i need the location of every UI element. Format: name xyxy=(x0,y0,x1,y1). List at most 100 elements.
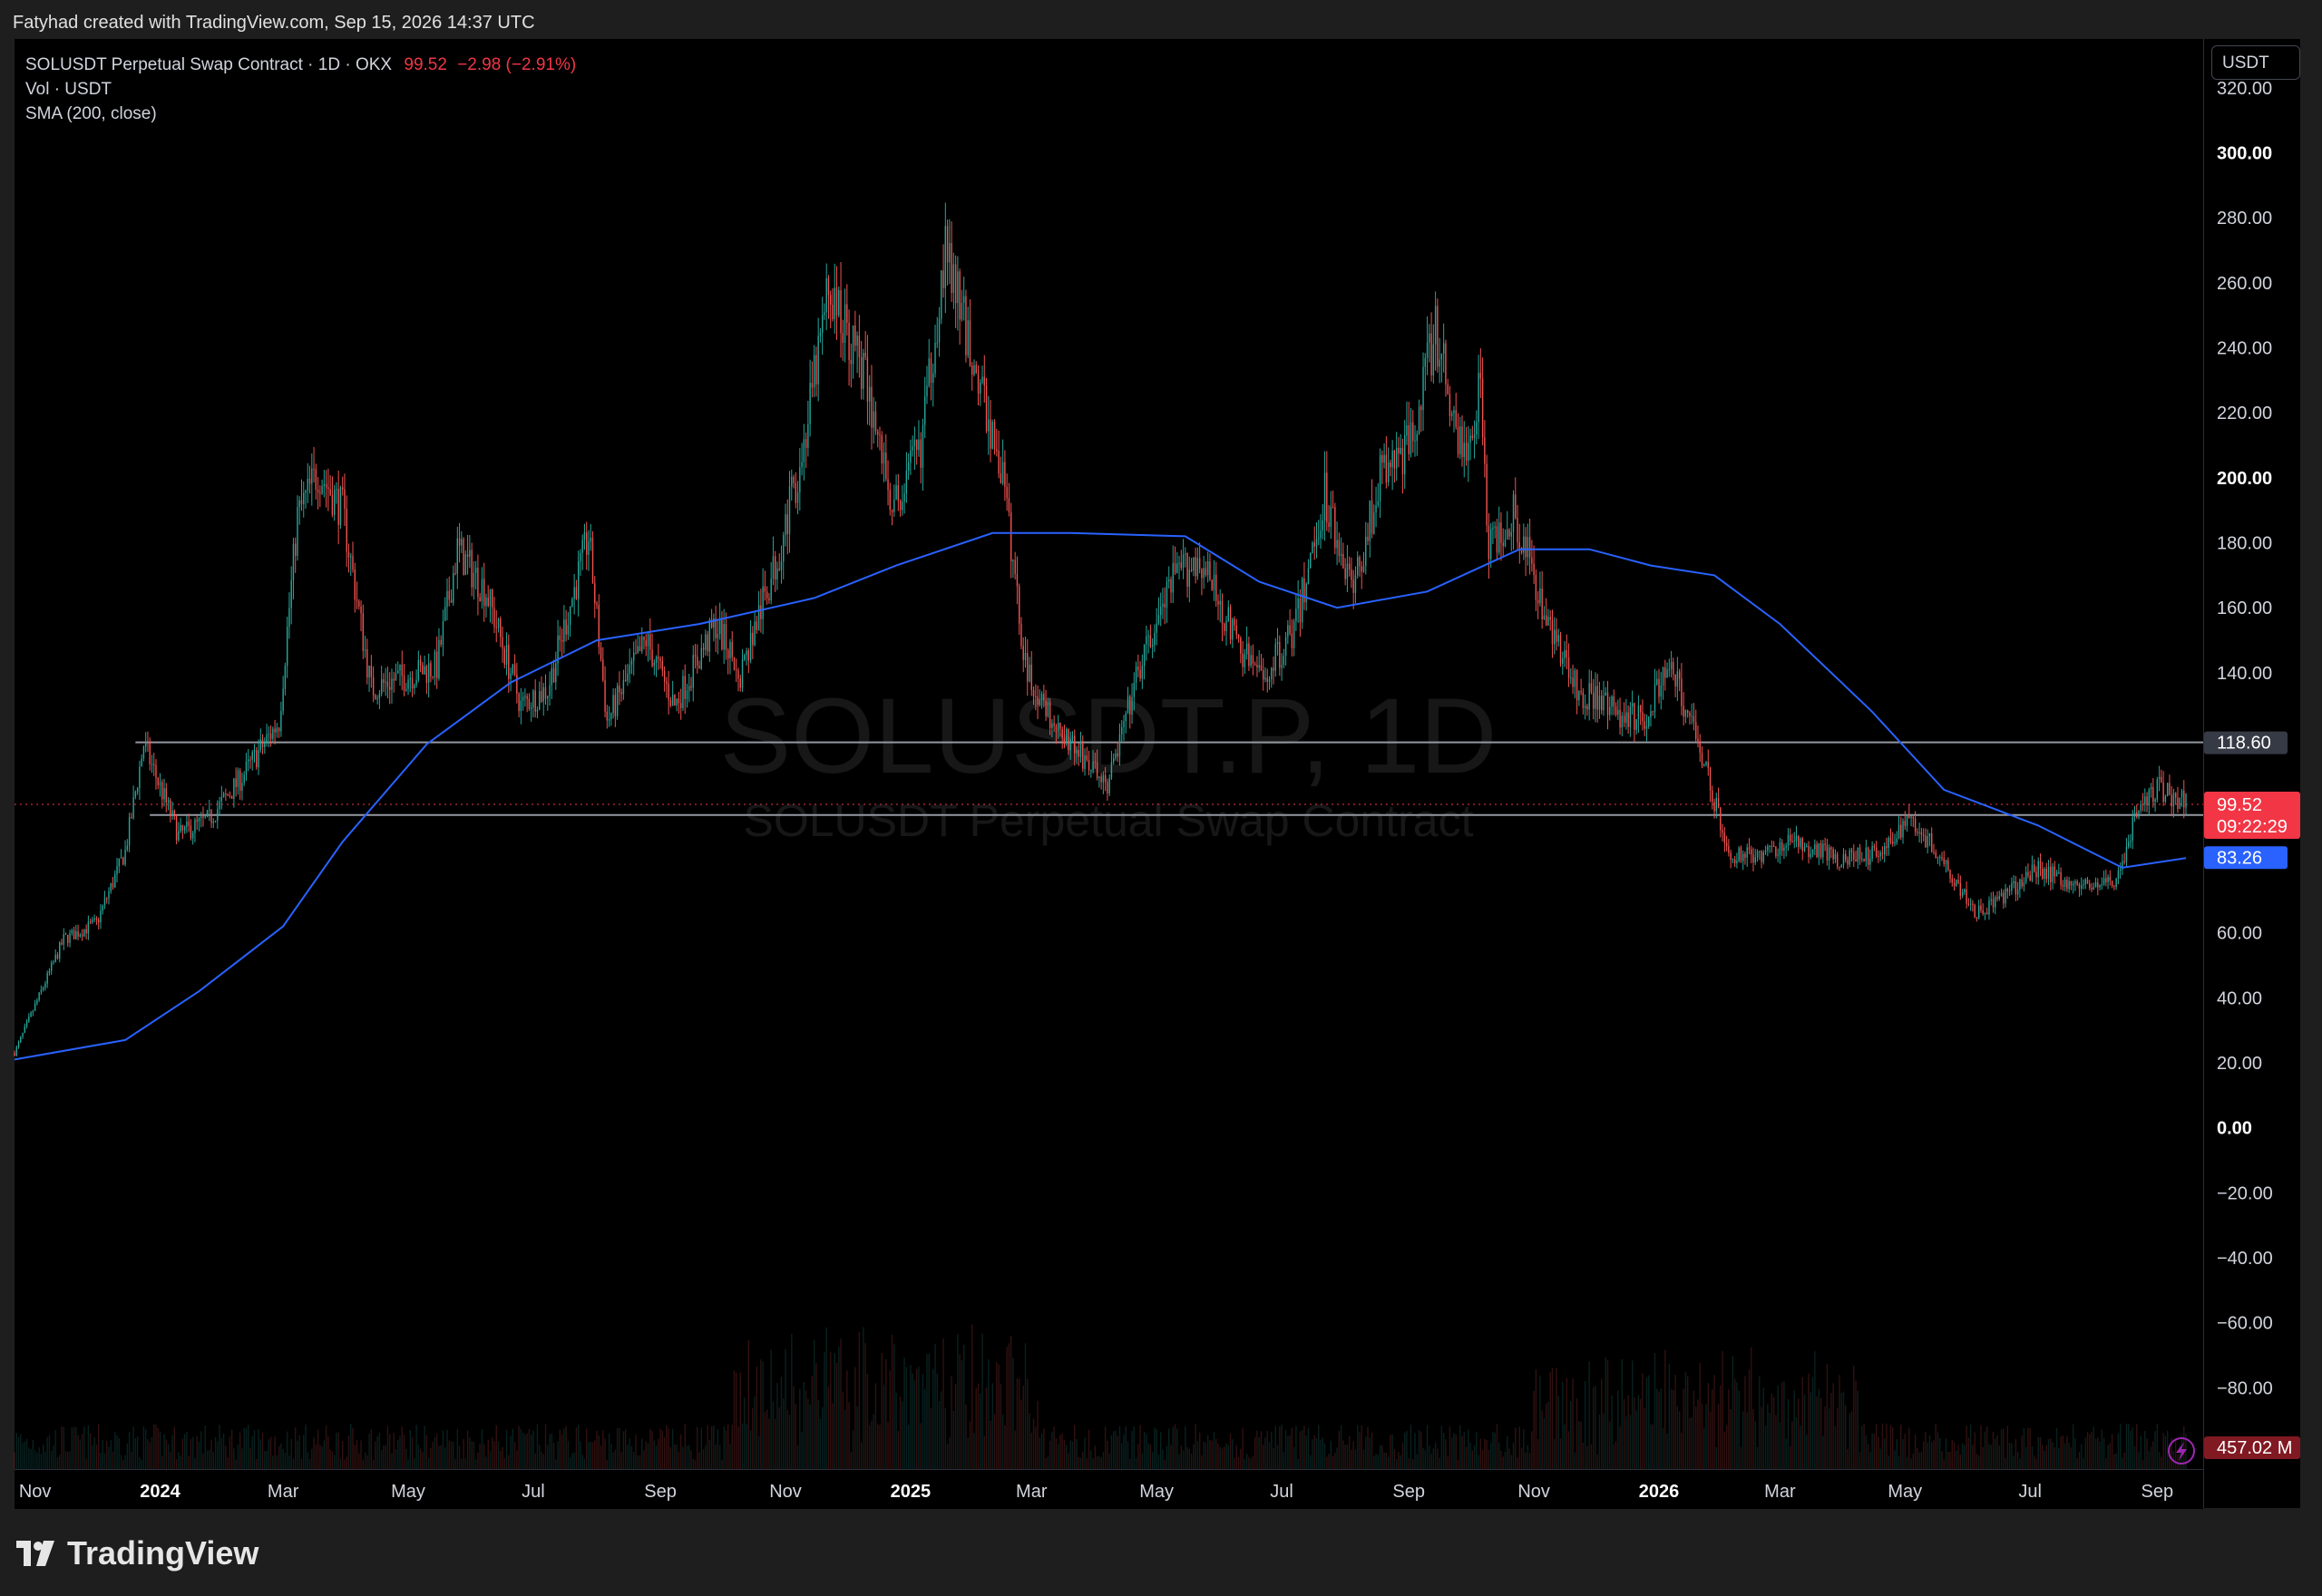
volume-bar xyxy=(1871,1433,1873,1469)
volume-bar xyxy=(965,1404,967,1469)
volume-bar xyxy=(261,1432,264,1469)
legend-symbol-row[interactable]: SOLUSDT Perpetual Swap Contract · 1D · O… xyxy=(25,53,576,77)
candle-body xyxy=(1642,712,1644,722)
volume-bar xyxy=(2105,1457,2107,1469)
candle-body xyxy=(1211,579,1213,590)
volume-bar xyxy=(612,1452,614,1469)
candle-body xyxy=(1606,692,1609,715)
candle-body xyxy=(1176,563,1178,573)
volume-bar xyxy=(1627,1395,1629,1469)
volume-bar xyxy=(542,1454,544,1469)
volume-bar xyxy=(1691,1416,1693,1469)
candle-body xyxy=(1705,762,1707,765)
volume-bar xyxy=(438,1445,440,1469)
volume-bar xyxy=(165,1439,167,1469)
volume-bar xyxy=(1432,1448,1435,1469)
candle-body xyxy=(1254,663,1256,665)
candle-body xyxy=(456,538,458,574)
volume-bar xyxy=(565,1426,567,1469)
candle-body xyxy=(1498,522,1500,553)
volume-bar xyxy=(1795,1417,1798,1469)
volume-bar xyxy=(307,1452,308,1469)
volume-bar xyxy=(1754,1421,1756,1469)
candle-body xyxy=(973,365,975,375)
volume-bar xyxy=(1531,1431,1533,1469)
volume-bar xyxy=(1670,1389,1673,1469)
volume-bar xyxy=(907,1425,910,1469)
price-axis-label: 20.00 xyxy=(2217,1054,2262,1074)
volume-bar xyxy=(1102,1452,1105,1469)
volume-bar xyxy=(497,1441,500,1469)
candle-body xyxy=(442,620,444,645)
volume-bar xyxy=(1237,1456,1240,1469)
candle-body xyxy=(116,866,118,875)
candle-body xyxy=(1445,343,1447,384)
candle-body xyxy=(524,696,526,697)
volume-bar xyxy=(1074,1425,1076,1469)
volume-bar xyxy=(450,1441,453,1469)
candle-body xyxy=(2128,842,2130,847)
volume-bar xyxy=(698,1452,700,1469)
volume-tag: 457.02 M xyxy=(2217,1438,2292,1458)
candle-body xyxy=(938,318,941,343)
volume-bar xyxy=(2107,1445,2109,1469)
time-axis-label: Jul xyxy=(2018,1482,2042,1502)
volume-bar xyxy=(1598,1415,1601,1469)
volume-bar xyxy=(1037,1400,1039,1469)
volume-bar xyxy=(128,1432,131,1469)
volume-bar xyxy=(1709,1411,1712,1469)
candle-body xyxy=(1693,715,1695,723)
volume-bar xyxy=(2097,1437,2099,1469)
volume-bar xyxy=(710,1426,713,1469)
candle-body xyxy=(144,742,147,747)
candle-body xyxy=(680,703,682,708)
candle-body xyxy=(723,623,725,650)
candle-body xyxy=(852,325,854,365)
volume-bar xyxy=(1533,1390,1535,1469)
time-axis-label: Sep xyxy=(2142,1482,2174,1502)
price-axis-label: 280.00 xyxy=(2217,209,2272,229)
volume-bar xyxy=(1305,1435,1307,1469)
volume-bar xyxy=(477,1452,479,1469)
volume-bars xyxy=(14,1324,2187,1469)
volume-bar xyxy=(1869,1451,1871,1469)
volume-bar xyxy=(1820,1397,1822,1469)
price-chart-svg[interactable]: SOLUSDT.P, 1D SOLUSDT Perpetual Swap Con… xyxy=(0,0,2322,1596)
tradingview-logo[interactable]: TradingView xyxy=(16,1534,259,1572)
volume-bar xyxy=(1930,1442,1933,1469)
volume-bar xyxy=(1824,1406,1826,1469)
legend-volume[interactable]: Vol · USDT xyxy=(25,77,576,102)
candle-body xyxy=(63,934,64,945)
candle-body xyxy=(641,636,643,652)
currency-unit-button[interactable]: USDT xyxy=(2211,45,2300,80)
candle-body xyxy=(1320,530,1322,539)
volume-bar xyxy=(85,1458,87,1469)
price-axis-label: 260.00 xyxy=(2217,274,2272,294)
candle-body xyxy=(874,411,877,432)
volume-bar xyxy=(1642,1373,1644,1469)
candle-body xyxy=(1232,618,1234,640)
volume-bar xyxy=(2133,1445,2136,1469)
volume-bar xyxy=(1476,1432,1478,1469)
volume-bar xyxy=(639,1455,641,1469)
candle-body xyxy=(307,478,308,491)
candle-body xyxy=(15,1046,17,1056)
candle-body xyxy=(815,355,817,384)
candle-body xyxy=(1022,646,1024,660)
legend-sma[interactable]: SMA (200, close) xyxy=(25,102,576,126)
volume-bar xyxy=(190,1438,192,1469)
volume-bar xyxy=(42,1445,44,1469)
candle-body xyxy=(1310,553,1312,569)
candle-body xyxy=(842,333,844,343)
candle-body xyxy=(1535,575,1537,600)
candle-body xyxy=(1613,696,1615,706)
volume-bar xyxy=(627,1445,629,1469)
candle-body xyxy=(1442,343,1445,355)
volume-bar xyxy=(721,1459,723,1469)
candle-body xyxy=(764,586,766,592)
candle-body xyxy=(1098,776,1100,778)
candle-body xyxy=(2169,783,2171,795)
volume-bar xyxy=(1283,1451,1285,1469)
volume-bar xyxy=(401,1426,403,1469)
candle-body xyxy=(434,651,436,677)
